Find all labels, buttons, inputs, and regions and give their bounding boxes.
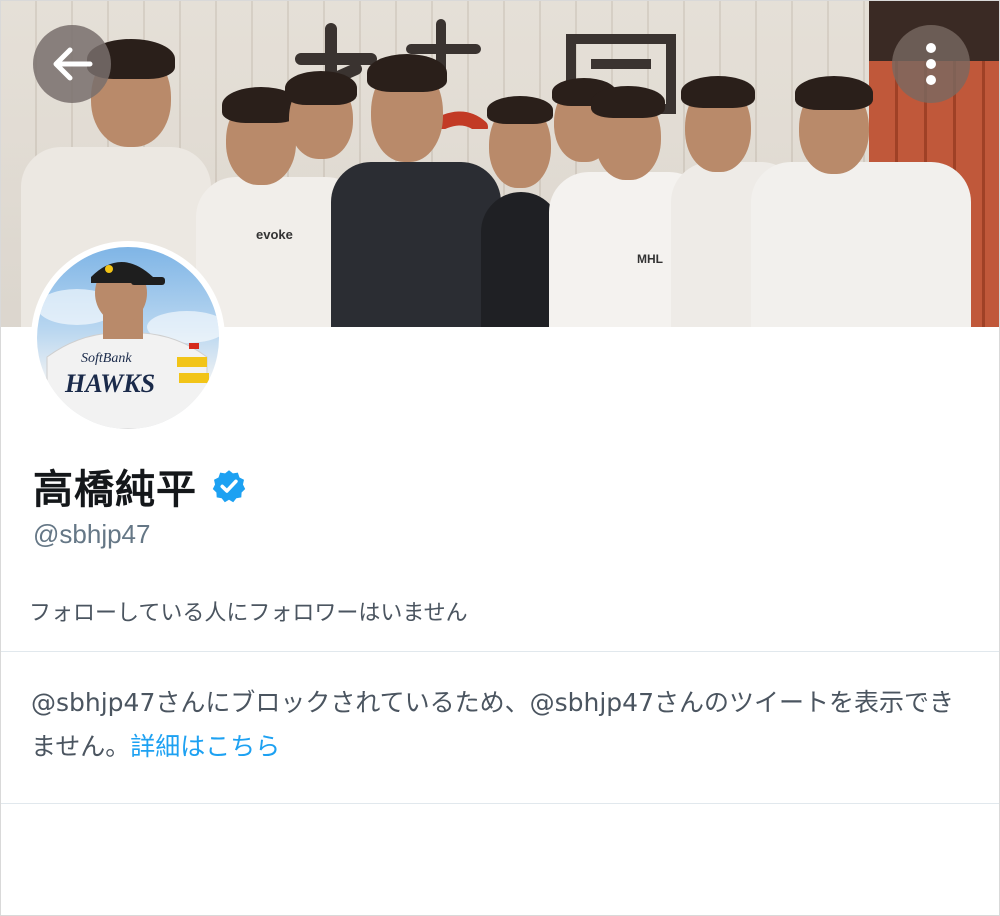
jersey-team-text: HAWKS <box>65 369 156 398</box>
shirt-text: MHL <box>637 252 663 266</box>
learn-more-link[interactable]: 詳細はこちら <box>130 732 280 761</box>
blocked-notice: @sbhjp47さんにブロックされているため、@sbhjp47さんのツイートを表… <box>31 681 961 769</box>
group-person <box>751 76 971 327</box>
verified-badge-icon <box>212 470 246 503</box>
section-divider <box>1 651 999 652</box>
back-button[interactable] <box>33 25 111 103</box>
profile-page: evoke MHL SoftBank HAWKS 高橋純平 @sbhjp47 フ… <box>0 0 1000 916</box>
avatar-image: SoftBank HAWKS <box>37 247 219 429</box>
more-vertical-icon <box>926 43 936 85</box>
follow-info-text: フォローしている人にフォロワーはいません <box>29 601 468 626</box>
section-divider <box>1 803 999 804</box>
display-name-row: 高橋純平 <box>33 457 247 515</box>
more-options-button[interactable] <box>892 25 970 103</box>
group-person <box>331 52 501 327</box>
jersey-logo-text: SoftBank <box>81 351 132 366</box>
display-name: 高橋純平 <box>33 467 197 513</box>
user-handle: @sbhjp47 <box>33 519 151 549</box>
back-arrow-icon <box>53 47 93 81</box>
profile-avatar[interactable]: SoftBank HAWKS <box>31 241 225 435</box>
